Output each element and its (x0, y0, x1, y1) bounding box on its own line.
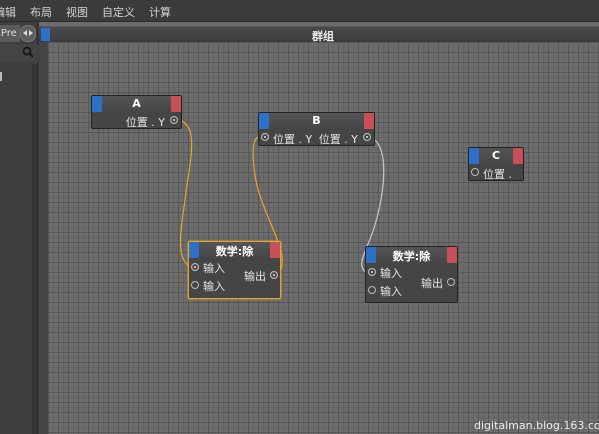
menu-bar: 编辑 布局 视图 自定义 计算 (0, 0, 599, 22)
node-b-input-label: 位置 . Y (273, 133, 313, 146)
node-a-output-tab[interactable] (171, 96, 181, 112)
node-a-output-label: 位置 . Y (125, 116, 165, 129)
node-c-header[interactable]: C (469, 148, 523, 164)
node-a[interactable]: A 位置 . Y (91, 95, 182, 129)
xpresso-group-window: 群组 (39, 22, 599, 434)
node-divide-1-input-port-1[interactable] (191, 263, 199, 271)
node-divide-2-input-row-2: 输入 (366, 281, 457, 299)
group-titlebar[interactable]: 群组 (39, 26, 599, 43)
node-divide-1-header[interactable]: 数学:除 (189, 242, 280, 258)
node-a-title: A (132, 97, 141, 110)
node-c[interactable]: C 位置 . (468, 147, 524, 181)
node-b-title: B (312, 114, 321, 127)
node-divide-1-input-row-1: 输入 输出 (189, 258, 280, 283)
node-a-port-row: 位置 . Y (92, 112, 181, 130)
node-divide-2-title: 数学:除 (392, 250, 431, 263)
node-divide-2-input-port-1[interactable] (368, 268, 376, 276)
menu-view[interactable]: 视图 (66, 4, 88, 20)
node-divide-1-output-tab[interactable] (270, 242, 280, 258)
watermark-text: digitalman.blog.163.com (474, 419, 599, 432)
node-divide-2-header[interactable]: 数学:除 (366, 247, 457, 263)
panel-toggle-icon[interactable] (20, 25, 36, 42)
menu-edit[interactable]: 编辑 (0, 4, 16, 20)
left-panel-header: XPre (0, 25, 38, 43)
node-b[interactable]: B 位置 . Y 位置 . Y (258, 112, 375, 146)
node-divide-2-input-port-2[interactable] (368, 286, 376, 294)
node-b-output-tab[interactable] (364, 113, 374, 129)
left-panel-scrollbar[interactable] (32, 64, 37, 434)
node-divide-1[interactable]: 数学:除 输入 输出 输入 (188, 241, 281, 299)
search-icon[interactable] (22, 46, 34, 58)
node-a-header[interactable]: A (92, 96, 181, 112)
search-field[interactable] (0, 44, 38, 62)
node-divide-1-input-label-1: 输入 (203, 262, 225, 275)
node-b-output-label: 位置 . Y (318, 133, 358, 146)
node-b-input-port[interactable] (261, 133, 269, 141)
node-b-header[interactable]: B (259, 113, 374, 129)
node-divide-1-input-row-2: 输入 (189, 276, 280, 294)
node-c-port-row: 位置 . (469, 164, 523, 182)
menu-customize[interactable]: 自定义 (102, 4, 135, 20)
node-divide-2[interactable]: 数学:除 输入 输出 输入 (365, 246, 458, 303)
node-b-output-port[interactable] (363, 133, 371, 141)
node-c-output-tab[interactable] (513, 148, 523, 164)
node-divide-2-input-label-2: 输入 (380, 285, 402, 298)
node-divide-1-title: 数学:除 (215, 245, 254, 258)
menu-layout[interactable]: 布局 (30, 4, 52, 20)
node-a-output-port[interactable] (170, 116, 178, 124)
menu-calculate[interactable]: 计算 (149, 4, 171, 20)
node-divide-2-input-label-1: 输入 (380, 267, 402, 280)
node-c-input-label: 位置 . (483, 168, 512, 181)
node-b-port-row: 位置 . Y 位置 . Y (259, 129, 374, 147)
node-divide-1-input-label-2: 输入 (203, 280, 225, 293)
tree-item-marker[interactable] (0, 72, 2, 81)
node-divide-2-input-row-1: 输入 输出 (366, 263, 457, 290)
node-divide-2-output-tab[interactable] (447, 247, 457, 263)
node-divide-1-input-port-2[interactable] (191, 281, 199, 289)
node-c-input-port[interactable] (471, 168, 479, 176)
group-sidebar (39, 42, 48, 434)
xpresso-tab[interactable]: XPre (0, 25, 20, 42)
left-panel: XPre (0, 22, 38, 434)
